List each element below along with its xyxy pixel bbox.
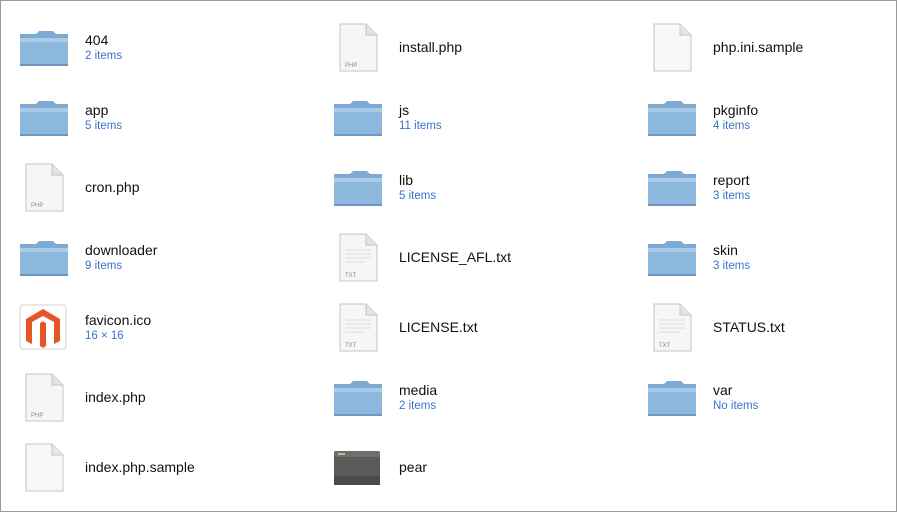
file-item-app[interactable]: app 5 items [17, 87, 297, 147]
folder-icon [645, 90, 699, 144]
file-item-var[interactable]: var No items [645, 367, 897, 427]
file-item-install-php[interactable]: PHP install.php [331, 17, 611, 77]
php-file-icon: PHP [17, 370, 71, 424]
file-name: downloader [85, 241, 158, 258]
file-item-report[interactable]: report 3 items [645, 157, 897, 217]
folder-icon [645, 230, 699, 284]
blank-file-icon [17, 440, 71, 494]
file-type-badge: PHP [345, 63, 357, 69]
file-name: report [713, 171, 750, 188]
file-type-badge: TXT [659, 343, 671, 349]
file-name: js [399, 101, 410, 118]
file-type-badge: PHP [31, 203, 43, 209]
file-item-favicon-ico[interactable]: favicon.ico 16 × 16 [17, 297, 297, 357]
file-item-index-php[interactable]: PHP index.php [17, 367, 297, 427]
file-name: cron.php [85, 178, 140, 195]
file-name: var [713, 381, 733, 398]
file-item-count: 9 items [85, 259, 123, 272]
magento-logo-icon [17, 300, 71, 354]
file-item-count: 3 items [713, 259, 751, 272]
finder-window: 404 2 items app 5 items PHP cron.php dow… [0, 0, 897, 512]
folder-icon [17, 20, 71, 74]
image-dimensions: 16 × 16 [85, 329, 124, 342]
folder-icon [17, 230, 71, 284]
file-name: app [85, 101, 109, 118]
file-type-badge: TXT [345, 273, 357, 279]
folder-icon [331, 160, 385, 214]
blank-file-icon [645, 20, 699, 74]
file-name: lib [399, 171, 414, 188]
file-name: install.php [399, 38, 463, 55]
folder-icon [645, 160, 699, 214]
folder-icon [331, 370, 385, 424]
file-name: pkginfo [713, 101, 759, 118]
file-item-cron-php[interactable]: PHP cron.php [17, 157, 297, 217]
file-item-404[interactable]: 404 2 items [17, 17, 297, 77]
file-item-php-ini-sample[interactable]: php.ini.sample [645, 17, 897, 77]
folder-icon [331, 90, 385, 144]
file-item-count: 5 items [399, 189, 437, 202]
file-type-badge: PHP [31, 413, 43, 419]
file-item-count: 4 items [713, 119, 751, 132]
file-item-count: 2 items [399, 399, 437, 412]
file-item-status-txt[interactable]: TXT STATUS.txt [645, 297, 897, 357]
txt-file-icon: TXT [645, 300, 699, 354]
file-name: STATUS.txt [713, 318, 785, 335]
file-item-license-afl-txt[interactable]: TXT LICENSE_AFL.txt [331, 227, 611, 287]
folder-icon [645, 370, 699, 424]
file-item-count: 11 items [399, 119, 442, 132]
file-name: LICENSE.txt [399, 318, 478, 335]
file-name: index.php [85, 388, 146, 405]
file-name: LICENSE_AFL.txt [399, 248, 512, 265]
file-name: skin [713, 241, 738, 258]
txt-file-icon: TXT [331, 230, 385, 284]
file-item-pkginfo[interactable]: pkginfo 4 items [645, 87, 897, 147]
terminal-executable-icon [331, 440, 385, 494]
file-item-pear[interactable]: pear [331, 437, 611, 497]
file-item-media[interactable]: media 2 items [331, 367, 611, 427]
file-item-lib[interactable]: lib 5 items [331, 157, 611, 217]
file-name: php.ini.sample [713, 38, 804, 55]
file-name: pear [399, 458, 428, 475]
file-item-count: 3 items [713, 189, 751, 202]
file-name: index.php.sample [85, 458, 195, 475]
file-item-count: 5 items [85, 119, 123, 132]
file-item-license-txt[interactable]: TXT LICENSE.txt [331, 297, 611, 357]
php-file-icon: PHP [331, 20, 385, 74]
folder-icon [17, 90, 71, 144]
file-name: favicon.ico [85, 311, 152, 328]
file-item-count: 2 items [85, 49, 123, 62]
file-name: 404 [85, 31, 109, 48]
php-file-icon: PHP [17, 160, 71, 214]
file-item-index-php-sample[interactable]: index.php.sample [17, 437, 297, 497]
file-type-badge: TXT [345, 343, 357, 349]
file-item-js[interactable]: js 11 items [331, 87, 611, 147]
file-name: media [399, 381, 438, 398]
file-item-downloader[interactable]: downloader 9 items [17, 227, 297, 287]
file-item-count: No items [713, 399, 759, 412]
file-item-skin[interactable]: skin 3 items [645, 227, 897, 287]
file-icon-grid: 404 2 items app 5 items PHP cron.php dow… [1, 1, 896, 511]
txt-file-icon: TXT [331, 300, 385, 354]
